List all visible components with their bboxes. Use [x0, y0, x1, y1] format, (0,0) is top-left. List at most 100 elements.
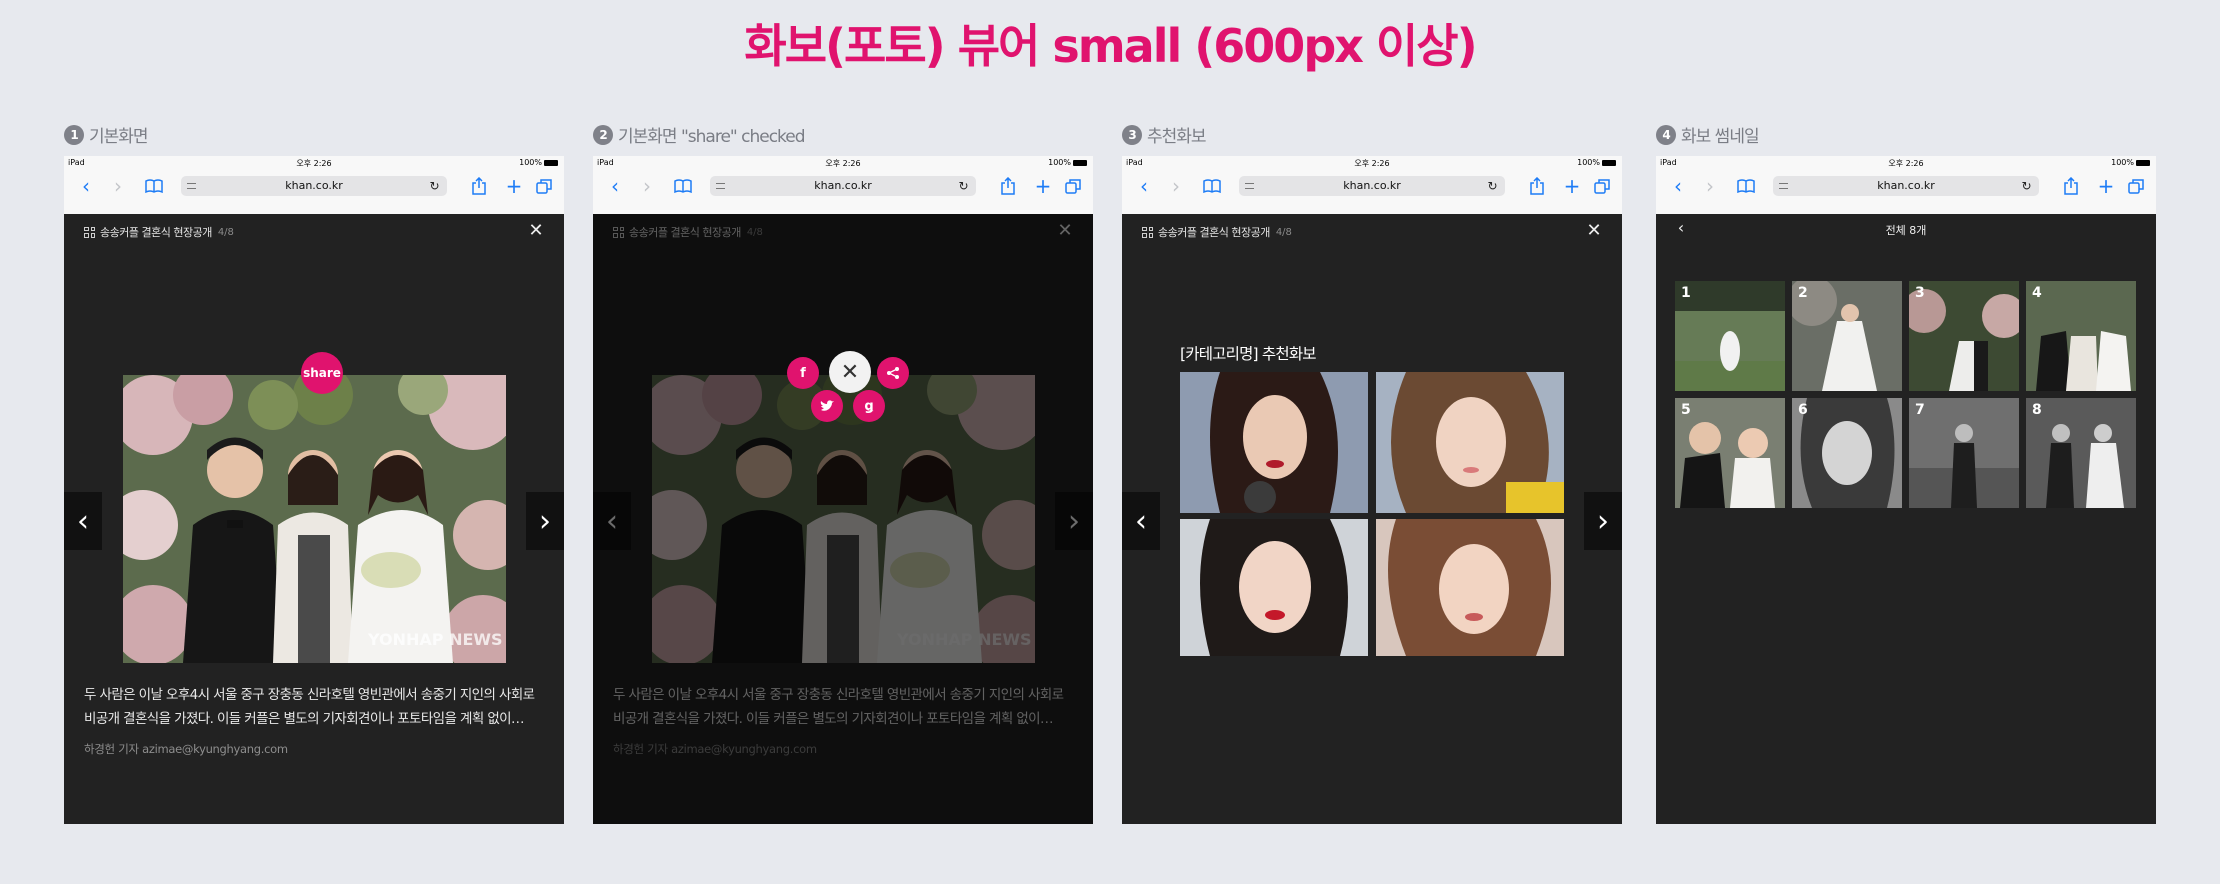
- thumbnail-item[interactable]: 3: [1909, 281, 2019, 391]
- share-button[interactable]: share: [301, 352, 343, 394]
- recommend-photo[interactable]: [1180, 519, 1368, 656]
- battery-percent: 100%: [1577, 158, 1600, 167]
- reader-icon[interactable]: [187, 183, 196, 189]
- tabs-icon[interactable]: [534, 176, 554, 196]
- tabs-icon[interactable]: [1592, 176, 1612, 196]
- panel-label-text: 기본화면 "share" checked: [618, 127, 806, 147]
- browser-toolbar: ‹ › khan.co.kr ↻ +: [593, 170, 1093, 214]
- link-share-button[interactable]: [877, 357, 909, 389]
- address-bar[interactable]: khan.co.kr ↻: [1239, 176, 1505, 196]
- bookmarks-icon[interactable]: [144, 176, 164, 196]
- new-tab-icon[interactable]: +: [504, 174, 524, 198]
- new-tab-icon[interactable]: +: [1562, 174, 1582, 198]
- photo-byline: 하경헌 기자 azimae@kyunghyang.com: [84, 742, 288, 756]
- thumbnail-grid: 1 2 3 4 5 6 7 8: [1675, 281, 2136, 508]
- battery-icon: [1073, 160, 1087, 166]
- recommend-photo[interactable]: [1376, 519, 1564, 656]
- forward-icon[interactable]: ›: [1166, 174, 1186, 198]
- back-icon[interactable]: ‹: [1668, 174, 1688, 198]
- reload-icon[interactable]: ↻: [957, 179, 970, 193]
- thumbnail-number: 2: [1798, 285, 1808, 301]
- reload-icon[interactable]: ↻: [428, 179, 441, 193]
- forward-icon[interactable]: ›: [108, 174, 128, 198]
- back-icon[interactable]: ‹: [605, 174, 625, 198]
- status-bar: iPad 오후 2:26 100%: [64, 156, 564, 170]
- photo-caption: 두 사람은 이날 오후4시 서울 중구 장충동 신라호텔 영빈관에서 송중기 지…: [84, 687, 535, 727]
- twitter-share-button[interactable]: [811, 390, 843, 422]
- facebook-share-button[interactable]: f: [787, 357, 819, 389]
- tabs-icon[interactable]: [2126, 176, 2146, 196]
- gallery-grid-icon[interactable]: [1142, 226, 1153, 238]
- share-close-button[interactable]: ✕: [829, 351, 871, 393]
- thumbnail-item[interactable]: 7: [1909, 398, 2019, 508]
- bookmarks-icon[interactable]: [673, 176, 693, 196]
- status-bar: iPad 오후 2:26 100%: [593, 156, 1093, 170]
- thumbnail-item[interactable]: 8: [2026, 398, 2136, 508]
- url-text: khan.co.kr: [285, 179, 343, 192]
- browser-toolbar: ‹ › khan.co.kr ↻ +: [1656, 170, 2156, 214]
- bookmarks-icon[interactable]: [1736, 176, 1756, 196]
- bookmarks-icon[interactable]: [1202, 176, 1222, 196]
- battery-percent: 100%: [519, 158, 542, 167]
- recommend-photo[interactable]: [1376, 372, 1564, 513]
- battery-percent: 100%: [1048, 158, 1071, 167]
- next-arrow-icon[interactable]: ›: [1584, 492, 1622, 550]
- share-sheet-icon[interactable]: [998, 176, 1018, 196]
- thumbnail-viewer: ‹ 전체 8개 1 2 3 4 5 6 7 8: [1656, 214, 2156, 824]
- url-text: khan.co.kr: [1877, 179, 1935, 192]
- next-arrow-icon[interactable]: ›: [526, 492, 564, 550]
- forward-icon[interactable]: ›: [1700, 174, 1720, 198]
- device-frame-thumbnails: iPad 오후 2:26 100% ‹ › khan.co.kr ↻ + ‹ 전…: [1656, 156, 2156, 824]
- thumbnail-item[interactable]: 4: [2026, 281, 2136, 391]
- thumbnail-item[interactable]: 6: [1792, 398, 1902, 508]
- gallery-title: 송송커플 결혼식 현장공개: [100, 226, 212, 239]
- battery-icon: [2136, 160, 2150, 166]
- forward-icon[interactable]: ›: [637, 174, 657, 198]
- watermark-text: YONHAP NEWS: [367, 630, 503, 649]
- browser-toolbar: ‹ › khan.co.kr ↻ +: [1122, 170, 1622, 214]
- panel-label-4: 4 화보 썸네일: [1656, 122, 1760, 147]
- battery-indicator: 100%: [1577, 158, 1616, 167]
- reader-icon[interactable]: [1779, 183, 1788, 189]
- address-bar[interactable]: khan.co.kr ↻: [1773, 176, 2039, 196]
- thumbnail-number: 4: [2032, 285, 2042, 301]
- back-icon[interactable]: ‹: [76, 174, 96, 198]
- gallery-grid-icon[interactable]: [84, 226, 95, 238]
- page-title: 화보(포토) 뷰어 small (600px 이상): [744, 19, 1477, 73]
- device-frame-share-checked: iPad 오후 2:26 100% ‹ › khan.co.kr ↻ + 송송커…: [593, 156, 1093, 824]
- prev-arrow-icon[interactable]: ‹: [64, 492, 102, 550]
- back-icon[interactable]: ‹: [1134, 174, 1154, 198]
- panel-number: 2: [593, 124, 613, 145]
- kakaostory-share-button[interactable]: ǥ: [853, 390, 885, 422]
- status-time: 오후 2:26: [825, 159, 861, 168]
- status-bar: iPad 오후 2:26 100%: [1122, 156, 1622, 170]
- new-tab-icon[interactable]: +: [1033, 174, 1053, 198]
- thumbnail-item[interactable]: 2: [1792, 281, 1902, 391]
- address-bar[interactable]: khan.co.kr ↻: [181, 176, 447, 196]
- status-time: 오후 2:26: [1888, 159, 1924, 168]
- share-sheet-icon[interactable]: [469, 176, 489, 196]
- thumbnail-item[interactable]: 5: [1675, 398, 1785, 508]
- close-icon[interactable]: ✕: [526, 220, 546, 241]
- panel-label-text: 추천화보: [1147, 127, 1207, 147]
- share-sheet-icon[interactable]: [1527, 176, 1547, 196]
- prev-arrow-icon[interactable]: ‹: [1122, 492, 1160, 550]
- browser-toolbar: ‹ › khan.co.kr ↻ +: [64, 170, 564, 214]
- photo-viewer: 송송커플 결혼식 현장공개 4/8 ✕ YONHAP NEWS ‹ › 두 사람…: [593, 214, 1093, 824]
- reload-icon[interactable]: ↻: [2020, 179, 2033, 193]
- tabs-icon[interactable]: [1063, 176, 1083, 196]
- share-dim-overlay[interactable]: [593, 214, 1093, 824]
- recommend-photo[interactable]: [1180, 372, 1368, 513]
- thumbnail-item[interactable]: 1: [1675, 281, 1785, 391]
- panel-label-text: 화보 썸네일: [1681, 127, 1760, 147]
- thumbnail-header-title: 전체 8개: [1885, 224, 1927, 237]
- panel-label-3: 3 추천화보: [1122, 122, 1207, 147]
- reload-icon[interactable]: ↻: [1486, 179, 1499, 193]
- reader-icon[interactable]: [1245, 183, 1254, 189]
- new-tab-icon[interactable]: +: [2096, 174, 2116, 198]
- close-icon[interactable]: ✕: [1584, 220, 1604, 241]
- share-sheet-icon[interactable]: [2061, 176, 2081, 196]
- address-bar[interactable]: khan.co.kr ↻: [710, 176, 976, 196]
- battery-indicator: 100%: [2111, 158, 2150, 167]
- reader-icon[interactable]: [716, 183, 725, 189]
